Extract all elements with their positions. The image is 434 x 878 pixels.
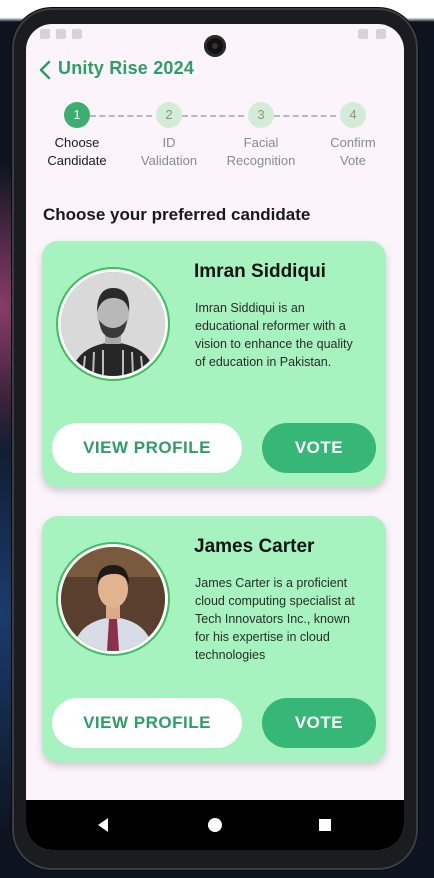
step-label-line: Facial — [243, 135, 279, 150]
phone-screen: Unity Rise 2024 1 Choose Candidate 2 ID … — [26, 24, 404, 850]
step-label: Facial Recognition — [216, 134, 306, 170]
step-label-line: Validation — [140, 153, 198, 168]
status-icon — [56, 29, 66, 39]
candidate-name: James Carter — [194, 536, 315, 557]
step-id-validation: 2 ID Validation — [124, 102, 214, 170]
step-number: 2 — [156, 102, 182, 128]
triangle-back-icon[interactable] — [90, 812, 116, 838]
system-nav-bar — [26, 800, 404, 850]
section-title: Choose your preferred candidate — [43, 205, 311, 224]
status-icon — [40, 29, 50, 39]
step-number: 3 — [248, 102, 274, 128]
view-profile-button[interactable]: VIEW PROFILE — [52, 698, 242, 748]
progress-stepper: 1 Choose Candidate 2 ID Validation 3 Fac… — [26, 102, 404, 182]
step-number: 1 — [64, 102, 90, 128]
square-recents-icon[interactable] — [312, 812, 338, 838]
candidate-card: James Carter James Carter is a proficien… — [42, 516, 386, 762]
battery-icon — [376, 29, 386, 39]
step-facial-recognition: 3 Facial Recognition — [216, 102, 306, 170]
step-label: Choose Candidate — [32, 134, 122, 170]
vote-button[interactable]: VOTE — [262, 423, 376, 473]
app-title: Unity Rise 2024 — [58, 58, 195, 78]
step-label: Confirm Vote — [308, 134, 398, 170]
step-choose-candidate: 1 Choose Candidate — [32, 102, 122, 170]
candidate-name: Imran Siddiqui — [194, 261, 326, 282]
step-number: 4 — [340, 102, 366, 128]
status-icon — [72, 29, 82, 39]
step-label-line: Recognition — [226, 153, 296, 168]
signal-icon — [358, 29, 368, 39]
step-label-line: Candidate — [47, 153, 107, 168]
circle-home-icon[interactable] — [202, 812, 228, 838]
chevron-left-icon[interactable] — [32, 56, 60, 84]
step-label-line: Confirm — [330, 135, 376, 150]
step-label-line: Vote — [339, 153, 367, 168]
step-label-line: Choose — [54, 135, 100, 150]
candidate-bio: Imran Siddiqui is an educational reforme… — [195, 301, 353, 369]
candidate-photo — [58, 269, 168, 379]
app-bar: Unity Rise 2024 — [26, 54, 404, 88]
step-label-line: ID — [162, 135, 176, 150]
candidate-card: Imran Siddiqui Imran Siddiqui is an educ… — [42, 241, 386, 487]
vote-button[interactable]: VOTE — [262, 698, 376, 748]
view-profile-button[interactable]: VIEW PROFILE — [52, 423, 242, 473]
candidate-bio: James Carter is a proficient cloud compu… — [195, 576, 355, 662]
candidate-avatar — [56, 542, 170, 656]
candidate-photo — [58, 544, 168, 654]
step-confirm-vote: 4 Confirm Vote — [308, 102, 398, 170]
step-label: ID Validation — [124, 134, 214, 170]
candidate-avatar — [56, 267, 170, 381]
